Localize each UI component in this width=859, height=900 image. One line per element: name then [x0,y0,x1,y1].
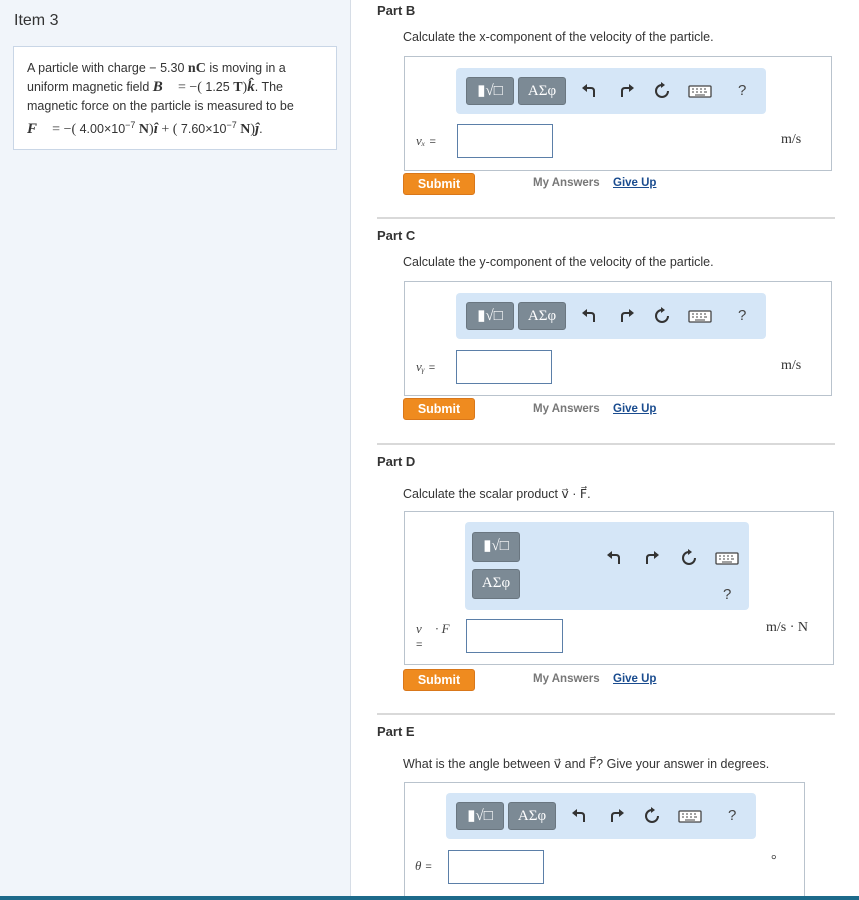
part-divider [377,443,835,445]
reset-icon[interactable] [679,548,699,568]
symbols-button[interactable]: ΑΣφ [508,802,556,830]
dot-product-unit: m/s · N [766,620,808,635]
dot-product-label: v⃗ · F⃗ = [416,621,460,651]
give-up-link[interactable]: Give Up [613,403,656,415]
symbols-button[interactable]: ΑΣφ [518,77,566,105]
templates-button[interactable]: ▮√□ [466,77,514,105]
part-c-question: Calculate the y-component of the velocit… [403,255,714,269]
math-toolbar: ▮√□ ΑΣφ ? [456,68,766,114]
degree-unit: ° [771,853,777,868]
submit-button[interactable]: Submit [403,669,475,691]
charge-value: 5.30 [160,61,185,75]
help-button[interactable]: ? [738,307,746,324]
vy-input[interactable] [456,350,552,384]
dot-product-input[interactable] [466,619,563,653]
force-y-value: 7.60×10 [180,122,227,136]
give-up-link[interactable]: Give Up [613,673,656,685]
redo-icon[interactable] [606,806,626,826]
angle-label: θ = [415,858,432,873]
undo-icon[interactable] [605,548,625,568]
part-divider [377,713,835,715]
vy-label: vᵧ = [416,359,436,374]
keyboard-icon[interactable] [688,306,712,326]
help-button[interactable]: ? [723,586,731,603]
symbols-button[interactable]: ΑΣφ [518,302,566,330]
my-answers-label[interactable]: My Answers [533,403,600,415]
help-button[interactable]: ? [738,82,746,99]
reset-icon[interactable] [652,81,672,101]
item-title: Item 3 [14,12,59,29]
vx-label: vₓ = [416,133,436,148]
problem-statement: A particle with charge − 5.30 nC is movi… [13,46,337,150]
answer-pane: Part B Calculate the x-component of the … [351,0,859,900]
vx-unit: m/s [781,132,802,147]
part-e-question: What is the angle between v⃗ and F⃗? Giv… [403,757,770,771]
templates-button[interactable]: ▮√□ [466,302,514,330]
part-b-answer-box: ▮√□ ΑΣφ ? vₓ = m/s [404,56,832,171]
bottom-bar [0,896,859,900]
reset-icon[interactable] [652,306,672,326]
undo-icon[interactable] [580,306,600,326]
redo-icon[interactable] [616,81,636,101]
angle-input[interactable] [448,850,544,884]
submit-button[interactable]: Submit [403,173,475,195]
math-toolbar: ▮√□ ΑΣφ ? [456,293,766,339]
vy-unit: m/s [781,358,802,373]
templates-button[interactable]: ▮√□ [456,802,504,830]
part-b-question: Calculate the x-component of the velocit… [403,30,714,44]
undo-icon[interactable] [580,81,600,101]
my-answers-label[interactable]: My Answers [533,673,600,685]
part-c-answer-box: ▮√□ ΑΣφ ? vᵧ = m/s [404,281,832,396]
math-toolbar: ▮√□ ΑΣφ ? [465,522,749,610]
part-b-heading: Part B [377,3,416,18]
symbols-button[interactable]: ΑΣφ [472,569,520,599]
part-divider [377,217,835,219]
part-c-heading: Part C [377,228,416,243]
part-d-answer-box: ▮√□ ΑΣφ ? v⃗ · F⃗ = m/s · N [404,511,834,665]
redo-icon[interactable] [616,306,636,326]
templates-button[interactable]: ▮√□ [472,532,520,562]
redo-icon[interactable] [641,548,661,568]
undo-icon[interactable] [570,806,590,826]
part-d-heading: Part D [377,454,416,469]
problem-pane: Item 3 A particle with charge − 5.30 nC … [0,0,351,900]
reset-icon[interactable] [642,806,662,826]
vx-input[interactable] [457,124,553,158]
keyboard-icon[interactable] [715,548,739,568]
help-button[interactable]: ? [728,807,736,824]
submit-button[interactable]: Submit [403,398,475,420]
part-d-question: Calculate the scalar product v⃗ · F⃗. [403,487,591,501]
keyboard-icon[interactable] [678,806,702,826]
my-answers-label[interactable]: My Answers [533,177,600,189]
field-value: 1.25 [205,80,230,94]
part-e-heading: Part E [377,724,415,739]
give-up-link[interactable]: Give Up [613,177,656,189]
force-x-value: 4.00×10 [79,122,126,136]
keyboard-icon[interactable] [688,81,712,101]
part-e-answer-box: ▮√□ ΑΣφ ? θ = ° [404,782,805,900]
math-toolbar: ▮√□ ΑΣφ ? [446,793,756,839]
